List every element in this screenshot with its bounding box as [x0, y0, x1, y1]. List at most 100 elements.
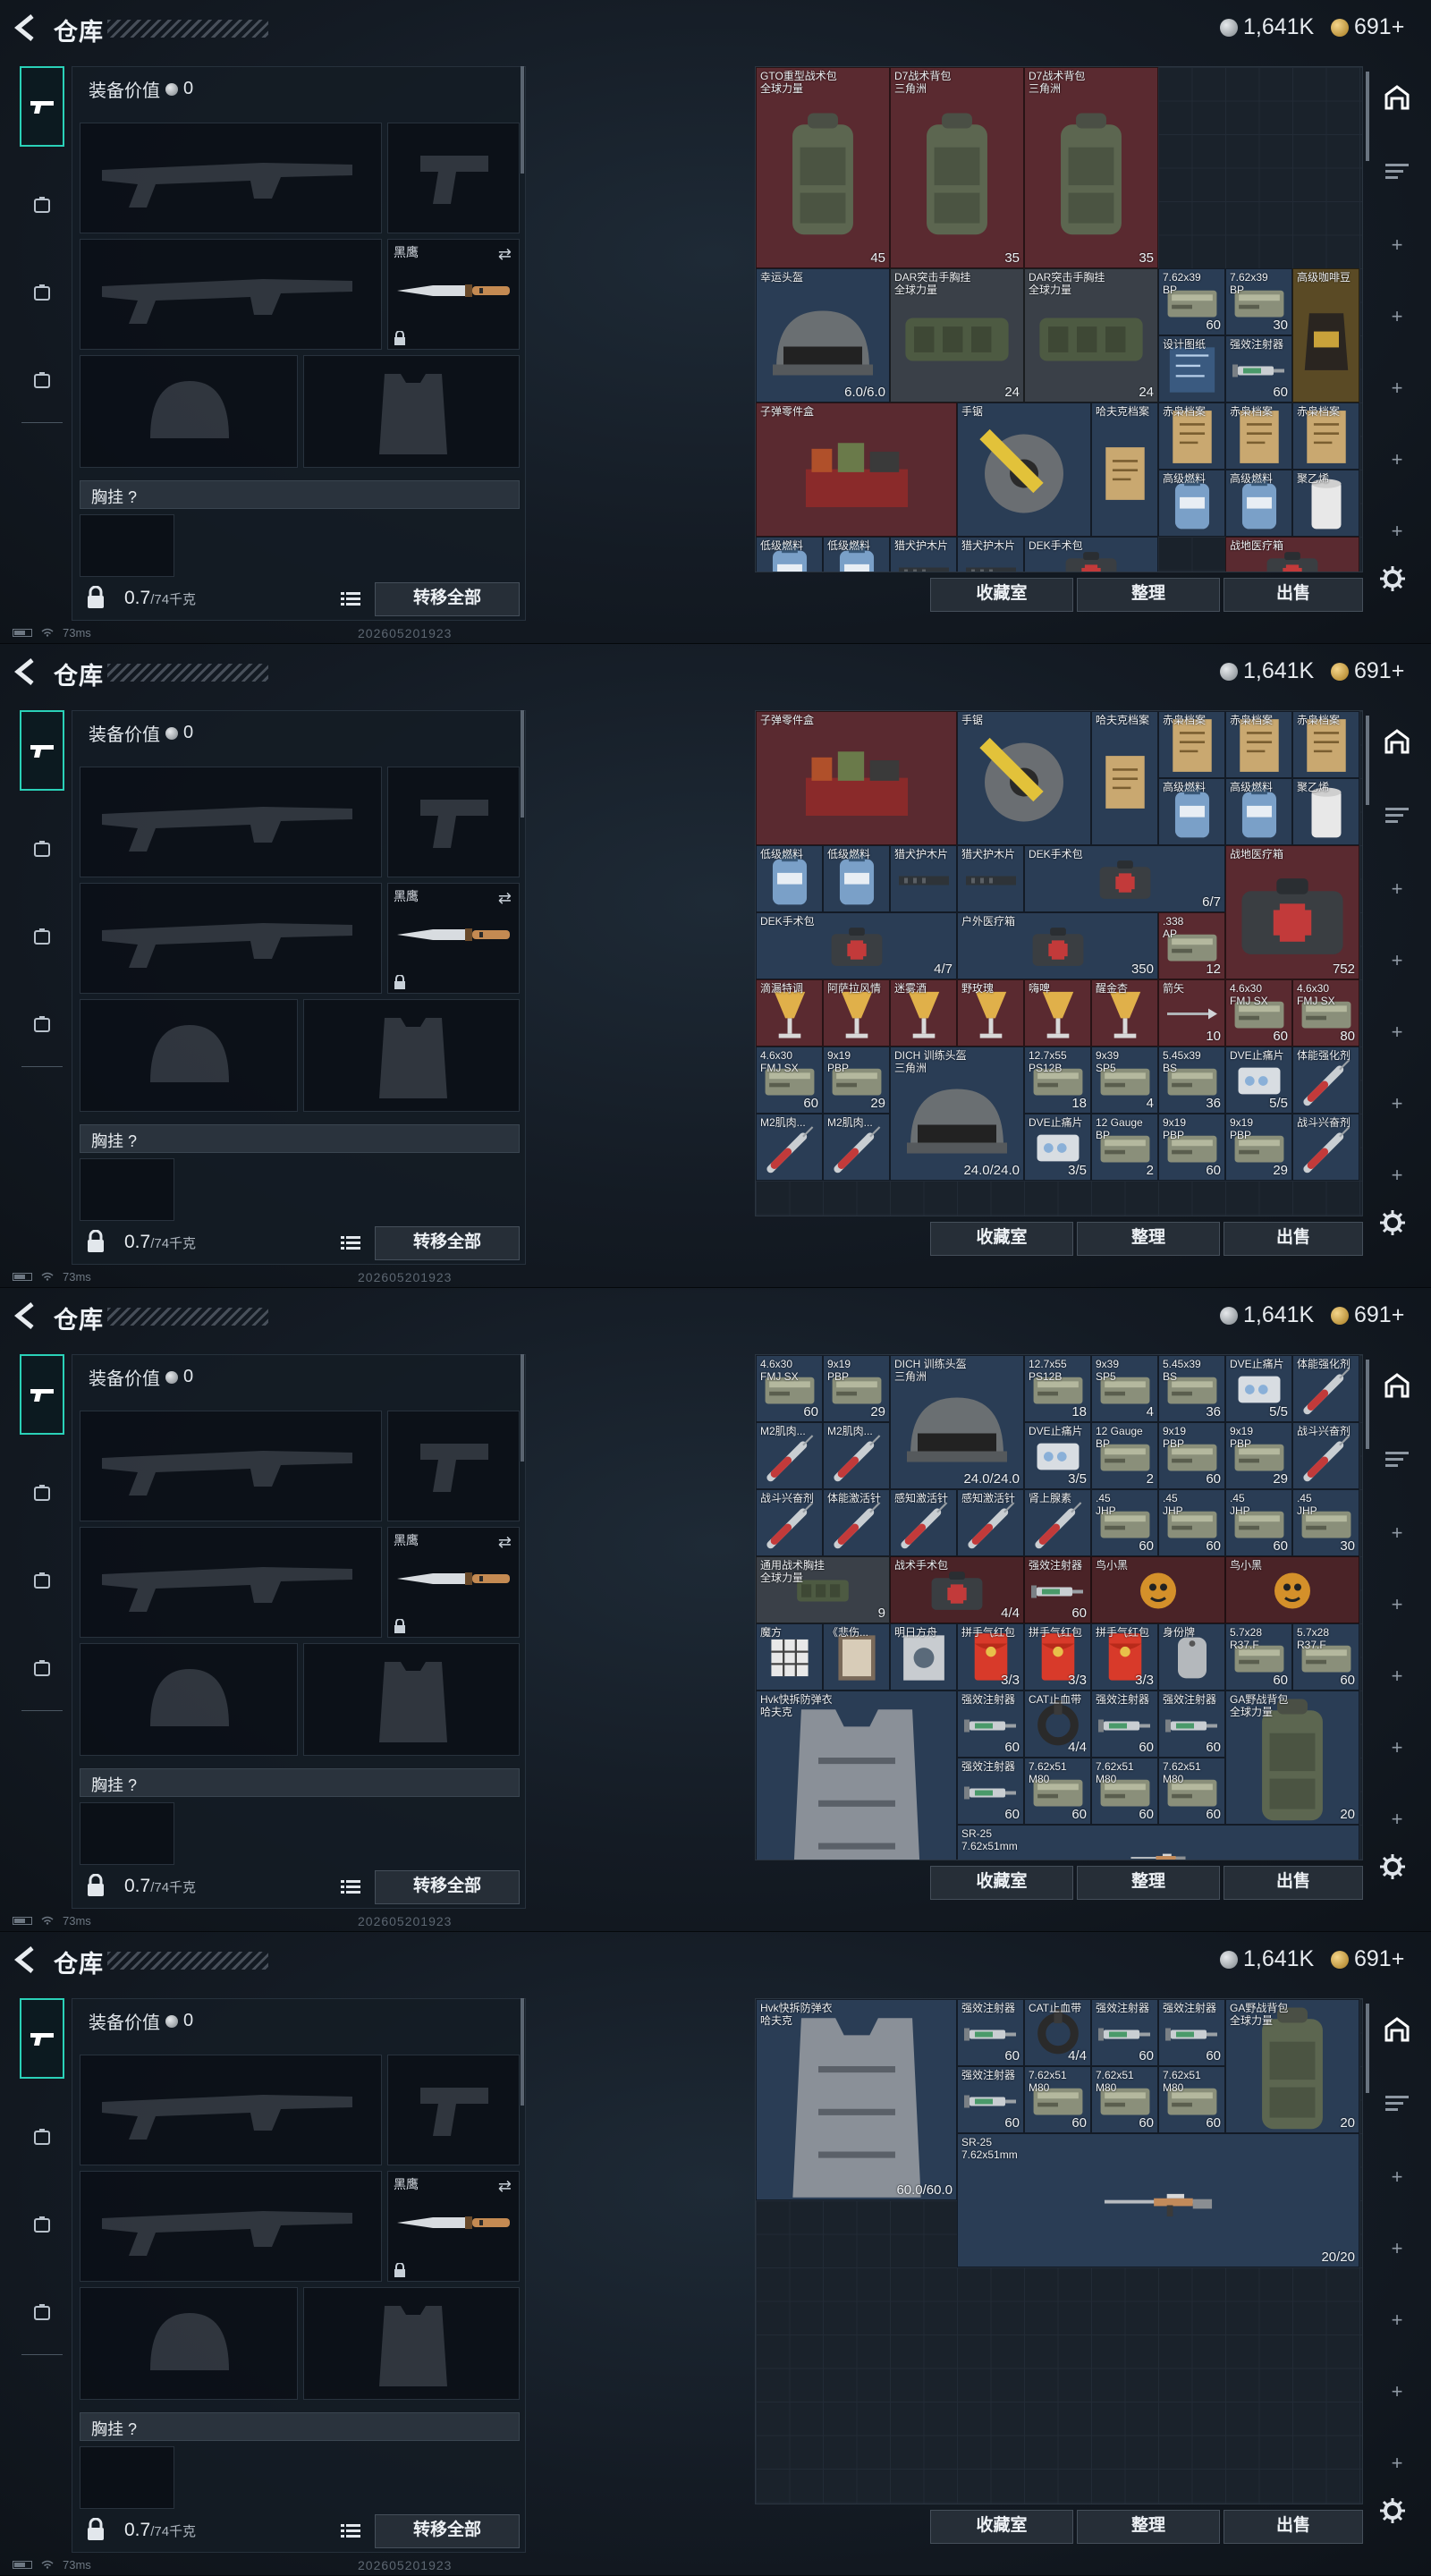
side-tab-add-2[interactable]: +	[1381, 945, 1413, 977]
side-tab-filter[interactable]	[1381, 2089, 1413, 2122]
chest-rig-header[interactable]: 胸挂 ?	[80, 480, 520, 509]
secondary-weapon-slot[interactable]	[80, 1527, 382, 1638]
stash-item[interactable]: M2肌肉...	[756, 1114, 823, 1181]
stash-item[interactable]: 猎犬护木片	[957, 537, 1024, 572]
stash-item[interactable]: 9x19 PBP 29	[1225, 1114, 1292, 1181]
stash-item[interactable]: 《悲伤...	[823, 1623, 890, 1690]
chest-rig-header[interactable]: 胸挂 ?	[80, 2412, 520, 2441]
stash-item[interactable]: 高级燃料	[1158, 470, 1225, 537]
gold-currency[interactable]: 691+	[1331, 14, 1404, 40]
tab-chest[interactable]	[20, 1558, 64, 1603]
sidearm-slot[interactable]	[387, 767, 520, 877]
stash-item[interactable]: 设计图纸	[1158, 335, 1225, 402]
stash-item[interactable]: 感知激活针	[890, 1489, 957, 1556]
side-tab-add-3[interactable]: +	[1381, 1016, 1413, 1048]
stash-item[interactable]: 低级燃料	[756, 845, 823, 912]
side-tab-add-3[interactable]: +	[1381, 372, 1413, 404]
stash-item[interactable]: 强效注射器 60	[1091, 1999, 1158, 2066]
stash-item[interactable]: GTO重型战术包 全球力量 45	[756, 67, 890, 268]
transfer-all-button[interactable]: 转移全部	[375, 1226, 520, 1260]
stash-item[interactable]: 强效注射器 60	[1158, 1690, 1225, 1758]
gold-currency[interactable]: 691+	[1331, 1302, 1404, 1328]
stash-item[interactable]: 9x19 PBP 60	[1158, 1114, 1225, 1181]
stash-item[interactable]: 9x39 SP5 4	[1091, 1355, 1158, 1422]
stash-item[interactable]: 猎犬护木片	[957, 845, 1024, 912]
helmet-slot[interactable]	[80, 355, 298, 468]
melee-slot[interactable]: 黑鹰 ⇄	[387, 2171, 520, 2282]
primary-weapon-slot[interactable]	[80, 767, 382, 877]
chest-rig-header[interactable]: 胸挂 ?	[80, 1124, 520, 1153]
stash-item[interactable]: 身份牌	[1158, 1623, 1225, 1690]
stash-item[interactable]: 滴漏特调	[756, 979, 823, 1046]
weight-lock-icon[interactable]	[87, 1229, 105, 1253]
stash-item[interactable]: 手锯	[957, 402, 1091, 537]
stash-item[interactable]: M2肌肉...	[823, 1422, 890, 1489]
sort-button[interactable]: 整理	[1077, 578, 1220, 612]
side-tab-add-1[interactable]: +	[1381, 229, 1413, 261]
stash-item[interactable]: 赤枭档案	[1158, 402, 1225, 470]
primary-weapon-slot[interactable]	[80, 1411, 382, 1521]
side-tab-add-4[interactable]: +	[1381, 444, 1413, 476]
side-tab-add-4[interactable]: +	[1381, 1732, 1413, 1764]
stash-item[interactable]: DEK手术包 6/7	[1024, 845, 1225, 912]
stash-item[interactable]: DVE止痛片 5/5	[1225, 1355, 1292, 1422]
stash-item[interactable]: 7.62x51 M80 60	[1024, 2066, 1091, 2133]
stash-item[interactable]: 低级燃料	[823, 537, 890, 572]
stash-item[interactable]: 强效注射器 60	[1225, 335, 1292, 402]
stash-item[interactable]: 高级燃料	[1225, 778, 1292, 845]
stash-item[interactable]: 嗨啤	[1024, 979, 1091, 1046]
stash-item[interactable]: 醒金杏	[1091, 979, 1158, 1046]
gold-currency[interactable]: 691+	[1331, 1946, 1404, 1972]
transfer-all-button[interactable]: 转移全部	[375, 2514, 520, 2548]
collection-button[interactable]: 收藏室	[930, 2510, 1073, 2544]
transfer-all-button[interactable]: 转移全部	[375, 582, 520, 616]
stash-item[interactable]: M2肌肉...	[823, 1114, 890, 1181]
stash-item[interactable]: Hvk快拆防弹衣 哈夫克 60.0/60.0	[756, 1999, 957, 2200]
stash-item[interactable]: 7.62x39 BP 60	[1158, 268, 1225, 335]
stash-item[interactable]: 野玫瑰	[957, 979, 1024, 1046]
stash-item[interactable]: D7战术背包 三角洲 35	[890, 67, 1024, 268]
stash-item[interactable]: 战斗兴奋剂	[756, 1489, 823, 1556]
stash-item[interactable]: Hvk快拆防弹衣 哈夫克	[756, 1690, 957, 1860]
helmet-slot[interactable]	[80, 2287, 298, 2400]
stash-item[interactable]: 阿萨拉风情	[823, 979, 890, 1046]
stash-item[interactable]: 手锯	[957, 711, 1091, 845]
stash-item[interactable]: M2肌肉...	[756, 1422, 823, 1489]
stash-item[interactable]: DAR突击手胸挂 全球力量 24	[890, 268, 1024, 402]
stash-item[interactable]: 7.62x39 BP 30	[1225, 268, 1292, 335]
stash-item[interactable]: 箭矢 10	[1158, 979, 1225, 1046]
stash-item[interactable]: 聚乙烯	[1292, 470, 1359, 537]
stash-item[interactable]: 战术手术包 4/4	[890, 1556, 1024, 1623]
stash-item[interactable]: 9x19 PBP 60	[1158, 1422, 1225, 1489]
stash-item[interactable]: 鸟小黑	[1091, 1556, 1225, 1623]
armor-slot[interactable]	[303, 1643, 520, 1756]
list-view-icon[interactable]	[341, 1235, 360, 1251]
primary-weapon-slot[interactable]	[80, 123, 382, 233]
stash-item[interactable]: 7.62x51 M80 60	[1091, 2066, 1158, 2133]
stash-item[interactable]: 7.62x51 M80 60	[1024, 1758, 1091, 1825]
stash-item[interactable]: 子弹零件盒	[756, 711, 957, 845]
side-tab-main[interactable]	[1381, 728, 1413, 760]
stash-scrollbar[interactable]	[1366, 1360, 1369, 1449]
tab-chest[interactable]	[20, 270, 64, 315]
stash-item[interactable]: CAT止血带 4/4	[1024, 1999, 1091, 2066]
stash-item[interactable]: DEK手术包 4/7	[756, 912, 957, 979]
side-tab-main[interactable]	[1381, 2016, 1413, 2048]
stash-item[interactable]: 12.7x55 PS12B 18	[1024, 1355, 1091, 1422]
stash-item[interactable]: DICH 训练头盔 三角洲 24.0/24.0	[890, 1355, 1024, 1489]
stash-item[interactable]: 赤枭档案	[1292, 402, 1359, 470]
side-tab-filter[interactable]	[1381, 801, 1413, 834]
stash-item[interactable]: 户外医疗箱 350	[957, 912, 1158, 979]
stash-item[interactable]: 4.6x30 FMJ SX 60	[1225, 979, 1292, 1046]
stash-scrollbar[interactable]	[1366, 716, 1369, 805]
sell-button[interactable]: 出售	[1224, 1866, 1363, 1900]
chest-rig-header[interactable]: 胸挂 ?	[80, 1768, 520, 1797]
stash-item[interactable]: 4.6x30 FMJ SX 60	[756, 1046, 823, 1114]
tab-chest[interactable]	[20, 914, 64, 959]
swap-icon[interactable]: ⇄	[498, 889, 512, 908]
side-tab-add-2[interactable]: +	[1381, 2233, 1413, 2265]
side-tab-add-5[interactable]: +	[1381, 2447, 1413, 2479]
tab-case[interactable]	[20, 1002, 64, 1046]
stash-item[interactable]: .45 JHP 60	[1091, 1489, 1158, 1556]
stash-item[interactable]: CAT止血带 4/4	[1024, 1690, 1091, 1758]
